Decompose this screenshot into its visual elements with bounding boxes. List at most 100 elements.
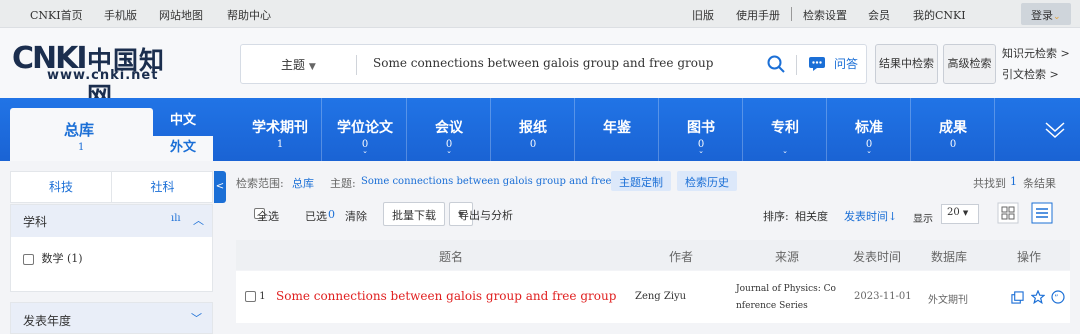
- divider: [796, 55, 797, 75]
- selected-label: 已选: [305, 210, 327, 223]
- list-view-icon[interactable]: [1031, 202, 1053, 224]
- mobile-link[interactable]: 手机版: [104, 7, 137, 23]
- nav-theses[interactable]: 学位论文 0 ⌄: [323, 98, 407, 161]
- facet-item-label: 数学 (1): [41, 252, 83, 265]
- chat-icon[interactable]: [808, 56, 826, 72]
- chevron-down-icon[interactable]: ﹀: [191, 310, 202, 326]
- topic-customize-button[interactable]: 主题定制: [611, 171, 671, 191]
- sort-by-date[interactable]: 发表时间↓: [844, 208, 897, 224]
- nav-conferences[interactable]: 会议 0 ⌄: [407, 98, 491, 161]
- checkbox[interactable]: [245, 291, 256, 302]
- tab-chinese[interactable]: 中文: [153, 108, 213, 133]
- nav-yearbooks[interactable]: 年鉴: [575, 98, 659, 161]
- year-facet: 发表年度 ﹀: [10, 302, 213, 334]
- checkbox[interactable]: [23, 253, 34, 265]
- result-author[interactable]: Zeng Ziyu: [635, 291, 686, 302]
- nav-label: 成果: [939, 120, 967, 136]
- search-settings-link[interactable]: 检索设置: [803, 7, 847, 23]
- search-field-select[interactable]: 主题 ▼: [281, 56, 316, 73]
- sort-relevance[interactable]: 相关度: [795, 208, 828, 224]
- expand-chevron-icon[interactable]: [1043, 118, 1067, 142]
- arrow-down-icon: ↓: [888, 210, 898, 223]
- search-history-button[interactable]: 检索历史: [677, 171, 737, 191]
- help-center-link[interactable]: 帮助中心: [227, 7, 271, 23]
- chevron-down-icon: ⌄: [362, 147, 368, 155]
- batch-download-button[interactable]: 批量下载: [383, 202, 445, 226]
- old-version-link[interactable]: 旧版: [692, 7, 714, 23]
- selected-count: 0: [328, 208, 335, 221]
- cnki-home-link[interactable]: CNKI首页: [30, 7, 83, 23]
- knowledge-search-link[interactable]: 知识元检索 >: [1002, 45, 1070, 61]
- nav-label: 会议: [435, 120, 463, 136]
- login-button[interactable]: 登录⌄: [1021, 3, 1071, 25]
- separator: [791, 7, 792, 21]
- nav-standards[interactable]: 标准 0 ⌄: [827, 98, 911, 161]
- search-icon[interactable]: [767, 55, 785, 73]
- search-input[interactable]: Some connections between galois group an…: [373, 56, 713, 70]
- page-size-value: 20: [947, 207, 960, 218]
- tab-label: 总库: [64, 121, 95, 139]
- col-actions: 操作: [1017, 250, 1042, 264]
- export-analysis-button[interactable]: 导出与分析 ▼: [449, 202, 513, 226]
- divider: [356, 55, 357, 75]
- login-label: 登录: [1031, 9, 1053, 22]
- nav-books[interactable]: 图书 0 ⌄: [659, 98, 743, 161]
- row-select[interactable]: 1: [245, 291, 266, 302]
- tab-total-library[interactable]: 总库 1: [10, 108, 153, 161]
- results-table-header: 题名 作者 来源 发表时间 数据库 操作: [236, 240, 1070, 270]
- my-cnki-link[interactable]: 我的CNKI: [913, 7, 966, 23]
- facet-title[interactable]: 发表年度: [23, 312, 71, 329]
- nav-journals[interactable]: 学术期刊 1: [238, 98, 322, 161]
- col-author: 作者: [669, 250, 694, 264]
- found-count: 1: [1010, 175, 1017, 188]
- search-field-label: 主题: [281, 58, 306, 72]
- manual-link[interactable]: 使用手册: [736, 7, 780, 23]
- col-date: 发表时间: [853, 250, 902, 264]
- citation-search-link[interactable]: 引文检索 >: [1002, 66, 1059, 82]
- top-bar: CNKI首页 手机版 网站地图 帮助中心 旧版 使用手册 检索设置 会员 我的C…: [0, 0, 1080, 28]
- sort-label: 排序:: [763, 210, 789, 223]
- search-in-results-button[interactable]: 结果中检索: [875, 44, 938, 84]
- caret-down-icon: ▼: [962, 209, 969, 217]
- copy-icon[interactable]: [1011, 291, 1024, 304]
- discipline-tabs: 科技 社科: [10, 171, 213, 203]
- grid-view-icon[interactable]: [997, 202, 1019, 224]
- member-link[interactable]: 会员: [868, 7, 890, 23]
- nav-label: 专利: [771, 120, 799, 136]
- nav-label: 年鉴: [603, 120, 631, 136]
- search-box: 主题 ▼ Some connections between galois gro…: [240, 44, 867, 84]
- sitemap-link[interactable]: 网站地图: [159, 7, 203, 23]
- nav-count: 0: [949, 139, 957, 150]
- clear-button[interactable]: 清除: [345, 208, 367, 224]
- cnki-logo[interactable]: CNKI 中国知网 www.cnki.net: [12, 38, 187, 111]
- bar-chart-icon[interactable]: ılı: [171, 213, 181, 224]
- collapse-sidebar-icon[interactable]: <: [214, 171, 226, 203]
- facet-item[interactable]: 数学 (1): [23, 250, 83, 266]
- nav-achievements[interactable]: 成果 0: [911, 98, 995, 161]
- col-source: 来源: [775, 250, 800, 264]
- page-size-select[interactable]: 20 ▼: [941, 204, 979, 224]
- advanced-search-button[interactable]: 高级检索: [943, 44, 996, 84]
- quote-icon[interactable]: ”: [1051, 290, 1065, 304]
- result-title-link[interactable]: Some connections between galois group an…: [276, 289, 616, 303]
- row-index: 1: [259, 291, 266, 302]
- qa-button[interactable]: 问答: [834, 55, 858, 72]
- result-source[interactable]: Journal of Physics: Co nference Series: [736, 281, 836, 315]
- chevron-down-icon: ⌄: [446, 147, 452, 155]
- nav-label: 标准: [855, 120, 883, 136]
- tab-social-science[interactable]: 社科: [112, 172, 213, 202]
- subject-facet-header[interactable]: 学科 ılı ︿: [11, 205, 212, 237]
- logo-url: www.cnki.net: [47, 68, 159, 83]
- nav-newspapers[interactable]: 报纸 0: [491, 98, 575, 161]
- tab-science[interactable]: 科技: [11, 172, 112, 202]
- sort-date-label: 发表时间: [844, 210, 888, 223]
- star-icon[interactable]: [1031, 290, 1045, 304]
- search-scope-bar: 检索范围: 总库 主题: Some connections between ga…: [236, 171, 1070, 195]
- caret-down-icon: ▼: [308, 62, 316, 72]
- tab-foreign[interactable]: 外文: [153, 136, 213, 161]
- display-label: 显示: [913, 214, 933, 225]
- nav-patents[interactable]: 专利 ⌄: [743, 98, 827, 161]
- chevron-up-icon[interactable]: ︿: [193, 212, 204, 228]
- result-date: 2023-11-01: [854, 291, 912, 302]
- source-line: nference Series: [736, 301, 808, 311]
